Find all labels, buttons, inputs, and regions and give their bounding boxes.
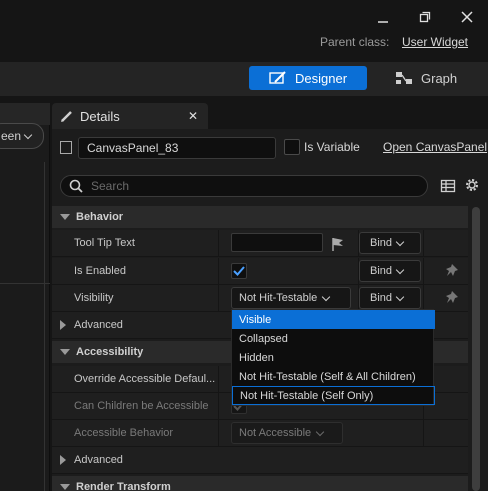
section-behavior-label: Behavior [76, 211, 124, 223]
widget-type-icon [60, 141, 72, 154]
search-placeholder: Search [91, 179, 130, 193]
visibility-option-hidden[interactable]: Hidden [232, 348, 435, 367]
row-label: Tool Tip Text [74, 237, 135, 249]
chevron-down-icon [395, 265, 405, 274]
gear-icon[interactable] [463, 176, 481, 194]
expand-caret-icon [60, 455, 66, 465]
section-accessibility-label: Accessibility [76, 346, 144, 358]
row-is-enabled: Is Enabled Bind [52, 258, 468, 285]
canvas-guide-vertical [44, 162, 45, 491]
designer-mode-button[interactable]: Designer [249, 66, 367, 90]
minimize-icon[interactable] [371, 6, 395, 28]
screen-size-dropdown[interactable]: een [0, 123, 44, 149]
left-pane-header [0, 103, 50, 125]
property-matrix-icon[interactable] [440, 178, 456, 194]
advanced-label: Advanced [74, 319, 123, 331]
left-pane [0, 103, 50, 491]
accessible-behavior-dropdown[interactable]: Not Accessible [231, 422, 343, 444]
bind-button[interactable]: Bind [359, 232, 421, 254]
is-variable-label: Is Variable [304, 140, 360, 154]
parent-class-label: Parent class: [320, 35, 390, 49]
row-label: Is Enabled [74, 265, 126, 277]
bind-button[interactable]: Bind [359, 260, 421, 282]
designer-icon [269, 71, 286, 84]
screen-size-label: een [1, 129, 22, 143]
visibility-option-not-hit-testable-self[interactable]: Not Hit-Testable (Self Only) [232, 386, 435, 405]
row-label: Can Children be Accessible [74, 400, 209, 412]
bind-label: Bind [370, 237, 393, 249]
chevron-down-icon [395, 292, 405, 301]
row-visibility: Visibility Not Hit-Testable Bind [52, 285, 468, 312]
search-icon [69, 179, 83, 193]
flag-icon[interactable] [330, 236, 346, 252]
designer-label: Designer [295, 70, 348, 86]
visibility-option-not-hit-testable-all[interactable]: Not Hit-Testable (Self & All Children) [232, 367, 435, 386]
is-variable-checkbox[interactable] [284, 139, 300, 155]
visibility-option-visible[interactable]: Visible [232, 310, 435, 329]
chevron-down-icon [395, 237, 405, 246]
widget-name-field[interactable]: CanvasPanel_83 [78, 137, 276, 159]
tab-details-label: Details [80, 108, 120, 124]
row-label: Override Accessible Defaul... [74, 373, 216, 385]
collapse-caret-icon [60, 214, 70, 220]
visibility-dropdown[interactable]: Not Hit-Testable [231, 287, 351, 309]
visibility-dropdown-menu: Visible Collapsed Hidden Not Hit-Testabl… [231, 309, 435, 406]
open-canvaspanel-link[interactable]: Open CanvasPanel [383, 140, 487, 154]
row-label: Visibility [74, 292, 114, 304]
chevron-down-icon [23, 130, 33, 139]
restore-icon[interactable] [413, 6, 437, 28]
parent-class-link[interactable]: User Widget [402, 35, 468, 49]
expand-caret-icon [60, 320, 66, 330]
row-accessible-behavior: Accessible Behavior Not Accessible [52, 420, 468, 447]
graph-mode-button[interactable]: Graph [395, 66, 475, 90]
pin-icon[interactable] [446, 290, 462, 306]
tool-tip-text-input[interactable] [231, 233, 323, 252]
section-render-transform[interactable]: Render Transform [52, 476, 468, 491]
checkmark-icon [233, 266, 245, 276]
scrollbar-thumb[interactable] [472, 207, 480, 491]
bind-label: Bind [370, 265, 393, 277]
pin-icon[interactable] [446, 263, 462, 279]
bind-button[interactable]: Bind [359, 287, 421, 309]
tab-details[interactable]: Details ✕ [52, 103, 208, 129]
chevron-down-icon [322, 292, 331, 301]
search-input[interactable]: Search [60, 175, 428, 197]
section-render-transform-label: Render Transform [76, 481, 171, 491]
graph-label: Graph [421, 70, 458, 86]
tab-close-icon[interactable]: ✕ [188, 109, 198, 123]
row-advanced[interactable]: Advanced [52, 447, 468, 474]
pencil-icon [61, 111, 72, 122]
bind-label: Bind [370, 292, 393, 304]
close-icon[interactable] [455, 6, 479, 28]
collapse-caret-icon [60, 349, 70, 355]
visibility-option-collapsed[interactable]: Collapsed [232, 329, 435, 348]
visibility-value: Not Hit-Testable [239, 292, 318, 304]
section-behavior[interactable]: Behavior [52, 206, 468, 228]
is-enabled-checkbox[interactable] [231, 263, 247, 279]
row-tool-tip-text: Tool Tip Text Bind [52, 230, 468, 257]
collapse-caret-icon [60, 484, 70, 490]
row-label: Accessible Behavior [74, 427, 174, 439]
chevron-down-icon [315, 427, 325, 436]
graph-icon [396, 72, 412, 84]
advanced-label: Advanced [74, 454, 123, 466]
accessible-behavior-value: Not Accessible [239, 427, 312, 439]
canvas-guide-horizontal [0, 283, 50, 284]
